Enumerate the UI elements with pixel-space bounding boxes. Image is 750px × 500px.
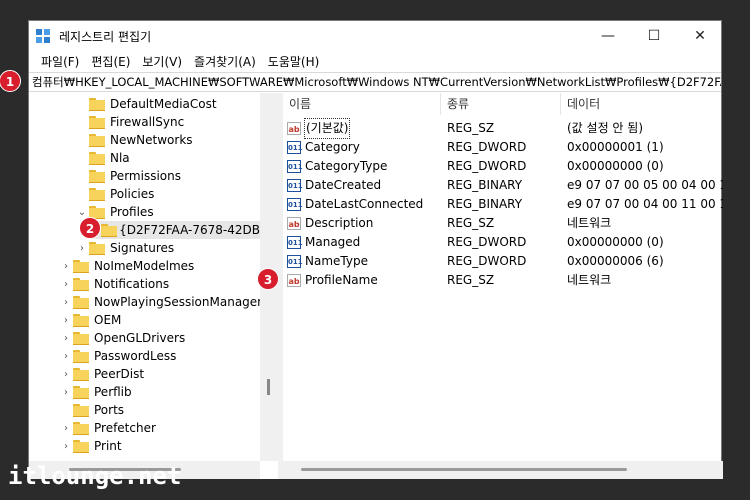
value-row[interactable]: ab Description REG_SZ 네트워크 [283,214,723,233]
site-watermark: itlounge.net [8,462,182,490]
binary-value-icon: 011 [287,255,303,268]
tree-item[interactable]: Permissions [75,167,181,185]
folder-icon [73,350,89,363]
folder-icon [73,368,89,381]
value-row[interactable]: 011 NameType REG_DWORD 0x00000006 (6) [283,252,723,271]
folder-icon [73,278,89,291]
tree-item[interactable]: › Notifications [59,275,169,293]
tree-item[interactable]: › Signatures [75,239,174,257]
tree-item[interactable]: › PasswordLess [59,347,176,365]
chevron-right-icon[interactable]: › [59,369,73,380]
scrollbar-thumb[interactable] [301,468,627,471]
folder-icon [73,440,89,453]
value-row[interactable]: 011 DateLastConnected REG_BINARY e9 07 0… [283,195,723,214]
chevron-right-icon[interactable]: › [59,297,73,308]
menu-favorites[interactable]: 즐겨찾기(A) [188,53,262,70]
window-title: 레지스트리 편집기 [59,30,152,44]
tree-item[interactable]: › NowPlayingSessionManager [59,293,262,311]
tree-item[interactable]: › Print [59,437,122,455]
chevron-right-icon[interactable]: › [59,387,73,398]
column-header-name[interactable]: 이름 [283,93,441,115]
string-value-icon: ab [287,122,301,135]
chevron-right-icon[interactable]: › [59,333,73,344]
folder-icon [89,116,105,129]
menu-bar: 파일(F) 편집(E) 보기(V) 즐겨찾기(A) 도움말(H) [29,51,721,71]
folder-icon [89,134,105,147]
step-badge-1: 1 [0,70,21,92]
folder-icon [89,170,105,183]
registry-editor-window: 레지스트리 편집기 — ☐ ✕ 파일(F) 편집(E) 보기(V) 즐겨찾기(A… [28,20,723,479]
folder-icon [89,152,105,165]
chevron-right-icon[interactable]: › [59,423,73,434]
minimize-button[interactable]: — [585,21,631,51]
folder-icon [89,98,105,111]
column-header-data[interactable]: 데이터 [561,93,723,115]
tree-item[interactable]: › PeerDist [59,365,144,383]
tree-item[interactable]: › Perflib [59,383,132,401]
string-value-icon: ab [287,274,301,287]
tree-item[interactable]: NewNetworks [75,131,193,149]
chevron-right-icon[interactable]: › [59,441,73,452]
tree-item[interactable]: › Prefetcher [59,419,156,437]
chevron-right-icon[interactable]: › [75,243,89,254]
values-horizontal-scrollbar[interactable] [283,461,723,479]
menu-file[interactable]: 파일(F) [35,53,85,70]
binary-value-icon: 011 [287,141,303,154]
close-button[interactable]: ✕ [677,21,723,51]
binary-value-icon: 011 [287,236,303,249]
title-bar: 레지스트리 편집기 — ☐ ✕ [29,21,721,51]
value-row[interactable]: 011 Managed REG_DWORD 0x00000000 (0) [283,233,723,252]
address-bar[interactable]: 컴퓨터₩HKEY_LOCAL_MACHINE₩SOFTWARE₩Microsof… [29,72,721,92]
folder-icon [89,188,105,201]
column-header-type[interactable]: 종류 [441,93,561,115]
folder-icon [73,404,89,417]
tree-item[interactable]: › NoImeModelmes [59,257,194,275]
chevron-down-icon[interactable]: ⌄ [75,207,89,218]
folder-icon [73,386,89,399]
folder-icon [73,296,89,309]
folder-icon [73,314,89,327]
menu-view[interactable]: 보기(V) [136,53,188,70]
folder-icon [73,332,89,345]
value-row[interactable]: 011 CategoryType REG_DWORD 0x00000000 (0… [283,157,723,176]
chevron-right-icon[interactable]: › [59,315,73,326]
binary-value-icon: 011 [287,179,303,192]
tree-item[interactable]: FirewallSync [75,113,184,131]
tree-item[interactable]: › OpenGLDrivers [59,329,185,347]
tree-item[interactable]: › OEM [59,311,121,329]
value-row-profile-name[interactable]: ab ProfileName REG_SZ 네트워크 [283,271,723,290]
value-row[interactable]: 011 DateCreated REG_BINARY e9 07 07 00 0… [283,176,723,195]
tree-item[interactable]: DefaultMediaCost [75,95,217,113]
menu-edit[interactable]: 편집(E) [85,53,136,70]
chevron-right-icon[interactable]: › [59,279,73,290]
tree-item-selected-profile[interactable]: {D2F72FAA-7678-42DB [89,221,260,239]
value-row[interactable]: 011 Category REG_DWORD 0x00000001 (1) [283,138,723,157]
key-tree: DefaultMediaCost FirewallSync NewNetwork… [29,93,278,479]
folder-icon [73,422,89,435]
step-badge-3: 3 [257,268,279,290]
tree-item[interactable]: Nla [75,149,130,167]
folder-icon [89,242,105,255]
chevron-right-icon[interactable]: › [59,261,73,272]
tree-item[interactable]: Policies [75,185,154,203]
registry-editor-icon [36,29,50,43]
binary-value-icon: 011 [287,198,303,211]
chevron-right-icon[interactable]: › [59,351,73,362]
menu-help[interactable]: 도움말(H) [262,53,326,70]
values-list: 이름 종류 데이터 ab (기본값) REG_SZ (값 설정 안 됨) 011… [283,93,723,479]
maximize-button[interactable]: ☐ [631,21,677,51]
scrollbar-thumb[interactable] [267,379,270,395]
binary-value-icon: 011 [287,160,303,173]
folder-icon [73,260,89,273]
folder-open-icon [100,224,118,237]
tree-item[interactable]: Ports [59,401,124,419]
value-row[interactable]: ab (기본값) REG_SZ (값 설정 안 됨) [283,118,723,139]
string-value-icon: ab [287,217,301,230]
step-badge-2: 2 [79,217,101,239]
